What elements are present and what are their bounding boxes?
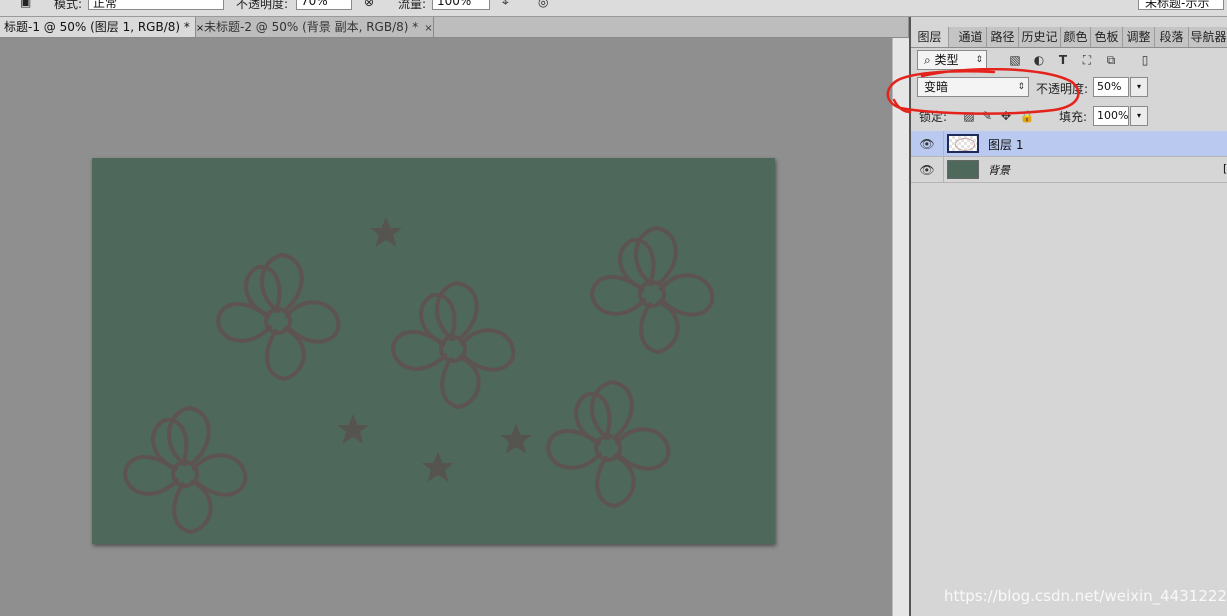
flower-shape xyxy=(590,226,715,354)
opacity-value: 70% xyxy=(301,0,328,8)
annotation-circle xyxy=(886,68,1080,115)
opacity-label: 不透明度: xyxy=(236,0,289,11)
thumbnail-art xyxy=(955,138,975,151)
opacity-input[interactable]: 70% xyxy=(296,0,352,10)
eye-icon[interactable]: 👁 xyxy=(919,162,935,178)
star-shape xyxy=(370,217,402,247)
pressure-opacity-icon[interactable]: ⊗ xyxy=(364,0,374,9)
document-tab-bar: 标题-1 @ 50% (图层 1, RGB/8) * × 未标题-2 @ 50% … xyxy=(0,17,908,38)
layer-filter-value: 类型 xyxy=(934,53,959,67)
shape-filter-icon[interactable]: ⛶ xyxy=(1079,52,1095,68)
type-filter-icon[interactable]: T xyxy=(1055,52,1071,68)
airbrush-icon[interactable]: ⌖ xyxy=(502,0,509,10)
tab-paragraph[interactable]: 段落 xyxy=(1155,27,1189,47)
flow-input[interactable]: 100% xyxy=(432,0,490,10)
panel-tab-bar: 图层 通道 路径 历史记 颜色 色板 调整 段落 导航器 xyxy=(911,27,1227,48)
canvas-artwork xyxy=(123,217,715,534)
search-icon: ⌕ xyxy=(924,53,935,67)
chevron-updown-icon: ⇕ xyxy=(975,55,983,65)
layer-row-layer1[interactable]: 👁 图层 1 xyxy=(911,131,1227,157)
divider xyxy=(943,157,944,183)
tab-navigator[interactable]: 导航器 xyxy=(1189,27,1227,47)
layer-name: 背景 xyxy=(988,164,1010,177)
flower-shape xyxy=(546,380,671,508)
adjustment-filter-icon[interactable]: ◐ xyxy=(1031,52,1047,68)
tab-color[interactable]: 颜色 xyxy=(1061,27,1091,47)
mode-select[interactable]: 正常 xyxy=(88,0,224,10)
smart-object-filter-icon[interactable]: ⧉ xyxy=(1103,52,1119,68)
tab-adjustments[interactable]: 调整 xyxy=(1123,27,1155,47)
layer-thumbnail xyxy=(947,134,979,153)
star-shape xyxy=(422,452,454,482)
opacity-dropdown-button[interactable]: ▾ xyxy=(1130,77,1148,97)
tab-history[interactable]: 历史记 xyxy=(1019,27,1061,47)
star-shape xyxy=(337,414,369,444)
divider xyxy=(943,131,944,157)
pressure-size-icon[interactable]: ◎ xyxy=(538,0,548,9)
flow-label: 流量: xyxy=(398,0,427,11)
workspace-value: 未标题-示示 xyxy=(1145,0,1210,10)
watermark-text: https://blog.csdn.net/weixin_44312227 xyxy=(944,587,1227,605)
tab-swatches[interactable]: 色板 xyxy=(1091,27,1123,47)
mode-label: 模式: xyxy=(54,0,83,11)
flower-shape xyxy=(391,281,516,409)
close-icon[interactable]: × xyxy=(424,23,432,34)
layer-name: 图层 1 xyxy=(988,138,1024,152)
document-tab-2[interactable]: 未标题-2 @ 50% (背景 副本, RGB/8) * × xyxy=(200,17,434,37)
tab-paths[interactable]: 路径 xyxy=(987,27,1019,47)
tab-channels[interactable]: 通道 xyxy=(955,27,987,47)
brush-preset-icon[interactable]: ▣ xyxy=(20,0,31,9)
lock-icon: [ xyxy=(1223,162,1227,175)
flow-value: 100% xyxy=(437,0,472,8)
workspace-select[interactable]: 未标题-示示 xyxy=(1138,0,1224,10)
eye-icon[interactable]: 👁 xyxy=(919,136,935,152)
layer-thumbnail xyxy=(947,160,979,179)
layer-filter-select[interactable]: ⌕ 类型 ⇕ xyxy=(917,50,987,70)
fill-input[interactable]: 100% xyxy=(1093,106,1129,126)
tab-layers[interactable]: 图层 xyxy=(911,27,949,47)
options-bar: ▣ 模式: 正常 不透明度: 70% ⊗ 流量: 100% ⌖ ◎ 未标题-示示 xyxy=(0,0,1227,17)
fill-dropdown-button[interactable]: ▾ xyxy=(1130,106,1148,126)
document-tab-2-label: 未标题-2 @ 50% (背景 副本, RGB/8) * xyxy=(204,20,419,34)
pixel-filter-icon[interactable]: ▧ xyxy=(1007,52,1023,68)
document-canvas[interactable] xyxy=(92,158,775,544)
flower-shape xyxy=(216,253,341,381)
layer-opacity-input[interactable]: 50% xyxy=(1093,77,1129,97)
vertical-scrollbar[interactable] xyxy=(892,38,909,616)
document-tab-1-label: 标题-1 @ 50% (图层 1, RGB/8) * xyxy=(4,20,190,34)
star-shape xyxy=(500,424,532,454)
flower-shape xyxy=(123,406,248,534)
filter-toggle-icon[interactable]: ▯ xyxy=(1137,52,1153,68)
layer-row-background[interactable]: 👁 背景 [ xyxy=(911,157,1227,183)
mode-value: 正常 xyxy=(93,0,118,10)
document-tab-1[interactable]: 标题-1 @ 50% (图层 1, RGB/8) * × xyxy=(0,17,204,37)
